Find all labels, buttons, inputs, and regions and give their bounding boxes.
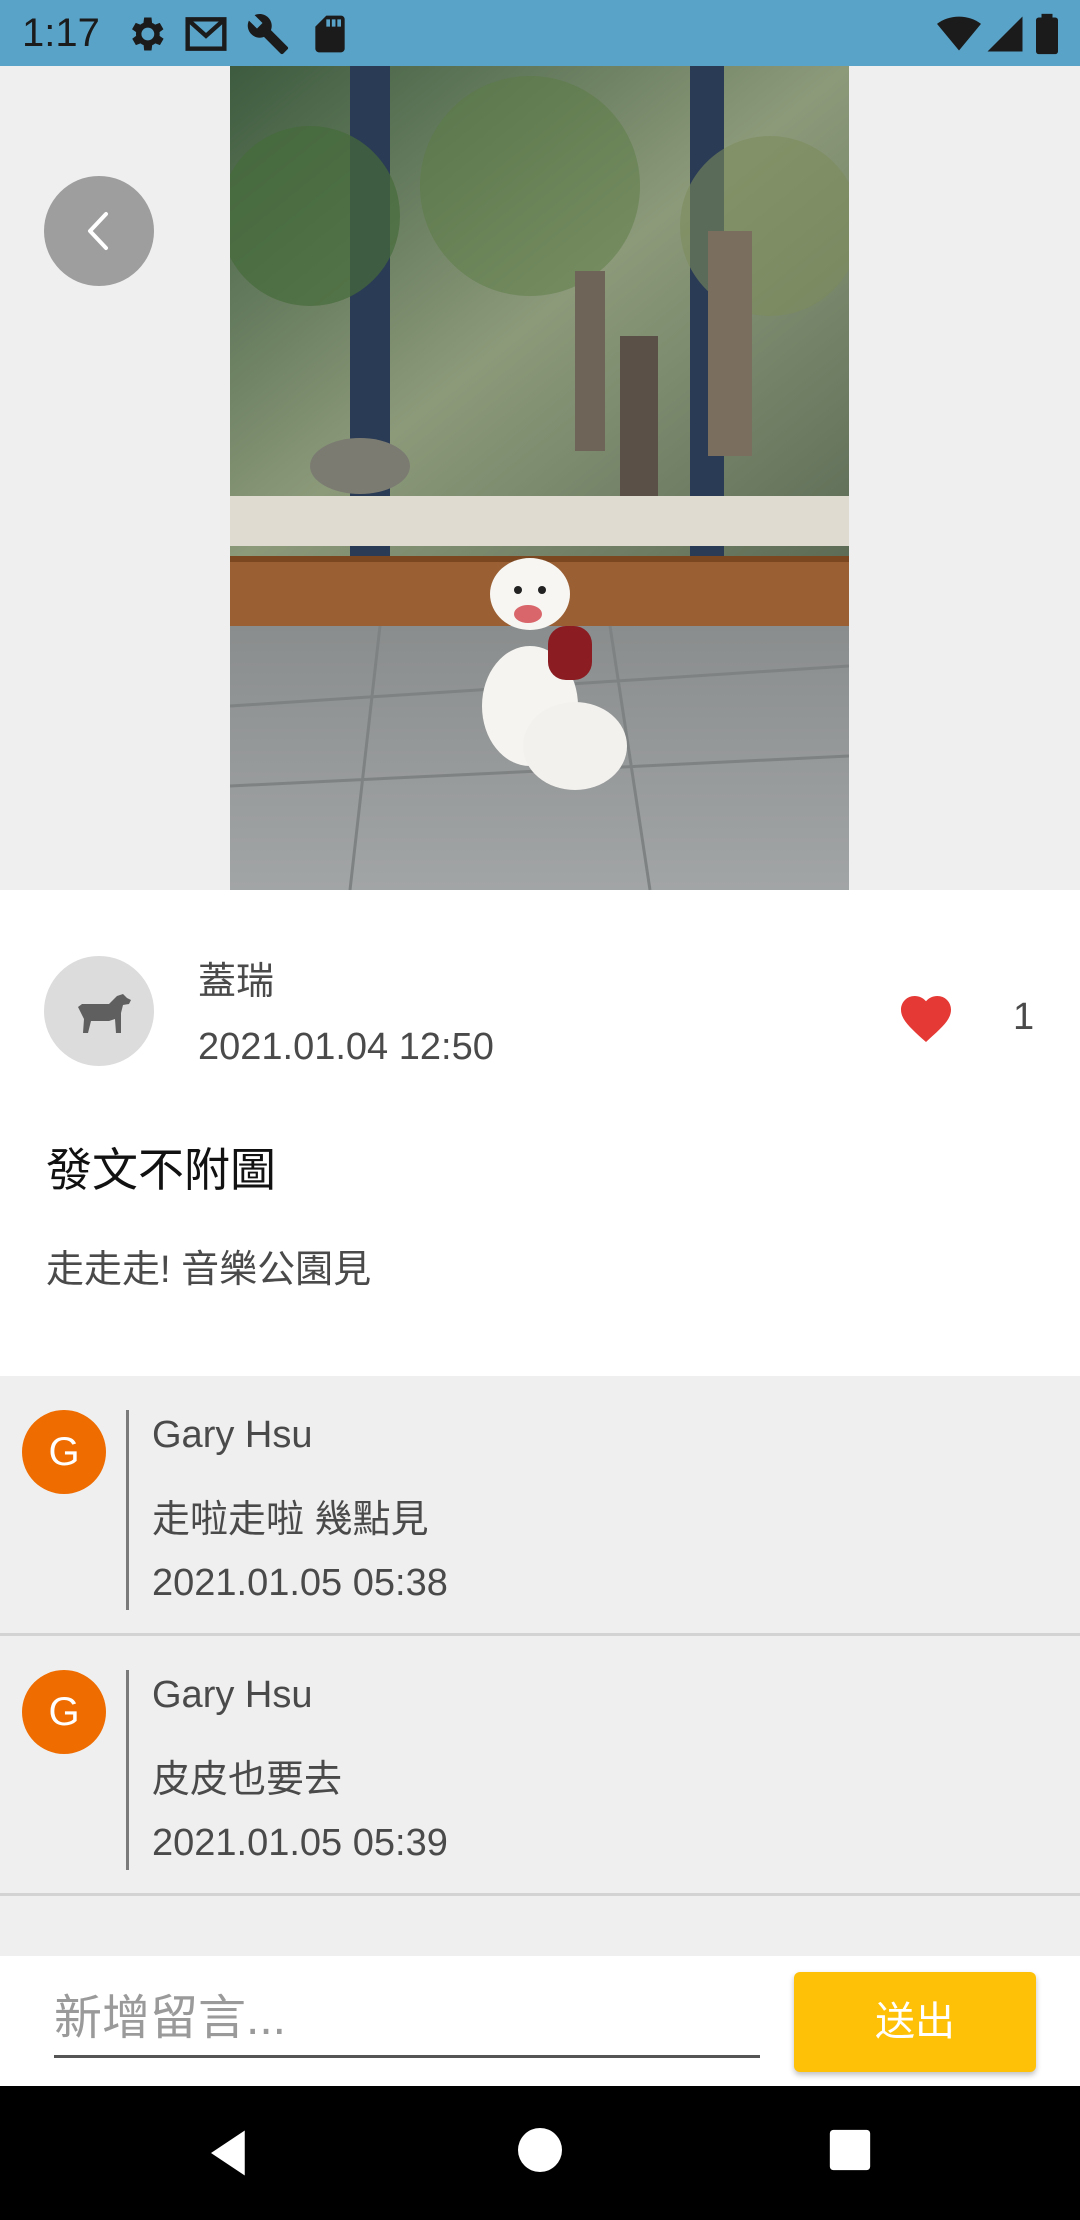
wifi-icon (937, 16, 981, 51)
status-bar: 1:17 (0, 0, 1080, 66)
like-count: 1 (1013, 996, 1035, 1038)
recents-nav-icon[interactable] (828, 2128, 872, 2172)
comment-text: 走啦走啦 幾點見 (152, 1499, 429, 1541)
send-button[interactable]: 送出 (794, 1972, 1036, 2072)
commenter-avatar[interactable]: G (22, 1670, 106, 1754)
battery-icon (1036, 13, 1058, 55)
comment-item: G Gary Hsu 皮皮也要去 2021.01.05 05:39 (0, 1636, 1080, 1896)
commenter-avatar[interactable]: G (22, 1410, 106, 1494)
post-title: 發文不附圖 (46, 1144, 276, 1196)
commenter-name: Gary Hsu (152, 1414, 313, 1456)
gmail-icon (185, 17, 227, 51)
comment-date: 2021.01.05 05:38 (152, 1562, 448, 1604)
comment-input[interactable] (54, 1982, 760, 2058)
post-photo (230, 66, 849, 890)
sd-card-icon (315, 15, 345, 53)
author-name: 蓋瑞 (198, 961, 275, 1003)
back-nav-icon[interactable] (202, 2126, 256, 2180)
post-card (0, 890, 1080, 1376)
post-body: 走走走! 音樂公園見 (46, 1249, 372, 1291)
cellular-signal-icon (987, 16, 1023, 52)
dog-icon (78, 994, 131, 1033)
post-date: 2021.01.04 12:50 (198, 1026, 494, 1068)
chevron-left-icon (88, 212, 108, 250)
navigation-bar (0, 2086, 1080, 2220)
comment-item: G Gary Hsu 走啦走啦 幾點見 2021.01.05 05:38 (0, 1376, 1080, 1636)
comment-divider-line (126, 1670, 129, 1870)
gear-icon (132, 17, 164, 51)
author-avatar[interactable] (44, 956, 154, 1066)
home-nav-icon[interactable] (516, 2126, 564, 2174)
commenter-name: Gary Hsu (152, 1674, 313, 1716)
heart-icon[interactable] (896, 988, 956, 1044)
comment-divider-line (126, 1410, 129, 1610)
comment-date: 2021.01.05 05:39 (152, 1822, 448, 1864)
wrench-icon (247, 14, 289, 55)
comment-text: 皮皮也要去 (152, 1759, 343, 1801)
back-button[interactable] (44, 176, 154, 286)
status-time: 1:17 (22, 11, 100, 55)
